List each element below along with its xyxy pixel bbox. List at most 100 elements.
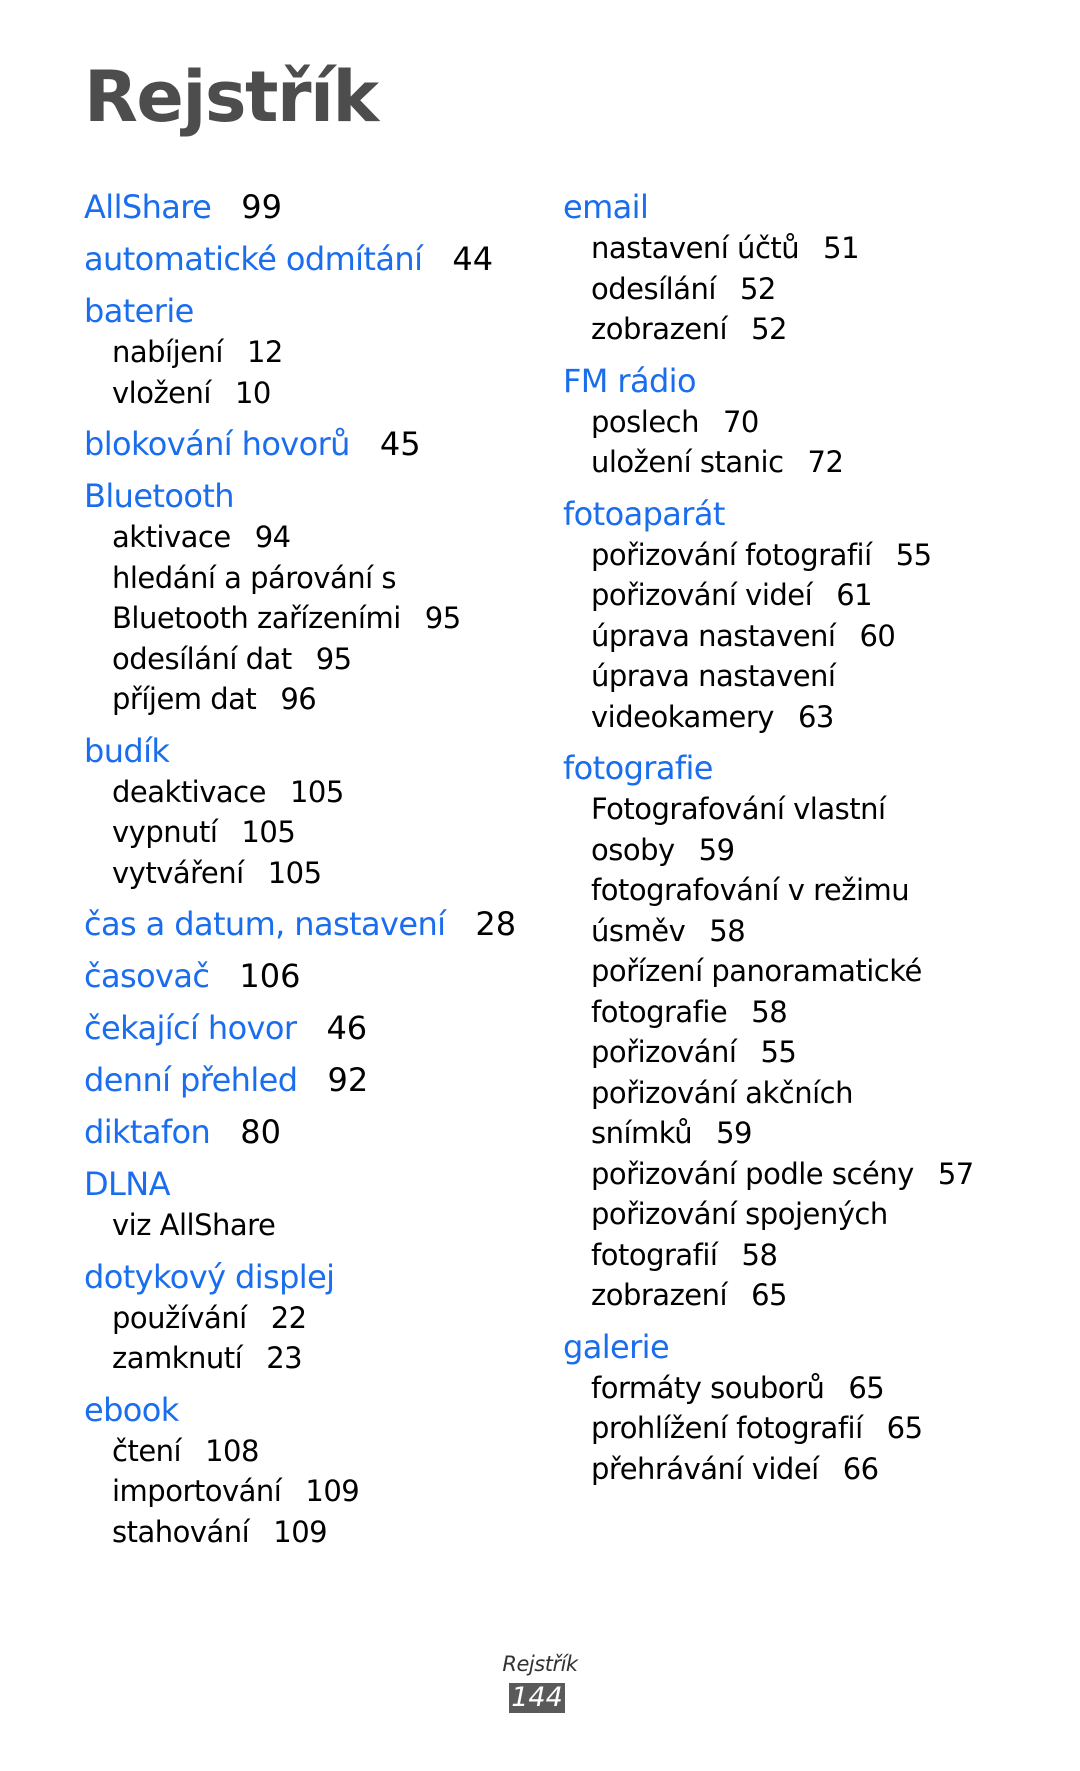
- index-subentries: formáty souborů 65 prohlížení fotografií 65…: [591, 1368, 1033, 1490]
- index-entry: automatické odmítání 44: [84, 240, 524, 278]
- index-subentry: fotografií 58: [591, 1235, 1033, 1276]
- index-subentry-text: osoby: [591, 832, 675, 867]
- index-subentry: viz AllShare: [112, 1205, 524, 1246]
- index-entry: čas a datum, nastavení 28: [84, 905, 524, 943]
- index-subentry-text: zamknutí: [112, 1341, 243, 1375]
- index-subentry-page: 109: [273, 1514, 328, 1549]
- index-term-row: baterie: [84, 292, 524, 330]
- index-term[interactable]: fotoaparát: [563, 495, 725, 533]
- index-entry: čekající hovor 46: [84, 1009, 524, 1047]
- index-term[interactable]: Bluetooth: [84, 477, 235, 515]
- index-subentry: čtení 108: [112, 1431, 524, 1472]
- index-subentry-page: 61: [836, 578, 873, 612]
- index-term[interactable]: email: [563, 188, 649, 226]
- index-term[interactable]: galerie: [563, 1328, 670, 1366]
- index-subentry-page: 58: [709, 913, 746, 948]
- index-entry: fotoaparát pořizování fotografií 55 pořizov…: [563, 495, 1033, 738]
- index-subentry-text: fotografování v režimu: [591, 873, 910, 907]
- index-term[interactable]: čas a datum, nastavení: [84, 905, 446, 943]
- index-subentry: stahování 109: [112, 1512, 524, 1553]
- index-subentry-text: poslech: [591, 404, 699, 439]
- index-term-row: email: [563, 188, 1033, 226]
- index-term-row: automatické odmítání 44: [84, 240, 524, 278]
- index-term[interactable]: automatické odmítání: [84, 240, 423, 278]
- index-subentry-page: 10: [234, 375, 271, 410]
- index-subentry-page: 105: [289, 774, 344, 809]
- index-subentry-text: úsměv: [591, 913, 686, 948]
- index-subentry: pořizování fotografií 55: [591, 535, 1033, 576]
- index-subentry: pořizování 55: [591, 1032, 1033, 1073]
- index-term[interactable]: budík: [84, 732, 170, 770]
- index-subentry-text: prohlížení fotografií: [591, 1411, 863, 1445]
- index-term[interactable]: ebook: [84, 1391, 179, 1429]
- index-subentry-page: 65: [886, 1411, 923, 1445]
- index-subentry: úsměv 58: [591, 911, 1033, 952]
- index-subentries: nabíjení 12 vložení 10: [112, 332, 524, 413]
- index-term[interactable]: DLNA: [84, 1165, 171, 1203]
- index-subentry-page: 109: [305, 1474, 360, 1508]
- index-subentry-page: 95: [315, 641, 352, 676]
- index-subentry: snímků 59: [591, 1113, 1033, 1154]
- index-subentry: úprava nastavení: [591, 656, 1033, 697]
- index-term-row: denní přehled 92: [84, 1061, 524, 1099]
- index-term-row: Bluetooth: [84, 477, 524, 515]
- index-subentry: uložení stanic 72: [591, 442, 1033, 483]
- index-subentry: nastavení účtů 51: [591, 228, 1033, 269]
- index-entry: email nastavení účtů 51 odesílání 52 zobrazen…: [563, 188, 1033, 350]
- index-column-left: AllShare 99 automatické odmítání 44 baterie n…: [84, 188, 524, 1564]
- index-subentry-page: 58: [741, 1237, 778, 1272]
- index-term-page: 46: [326, 1009, 368, 1047]
- index-subentry: používání 22: [112, 1298, 524, 1339]
- index-term[interactable]: blokování hovorů: [84, 425, 350, 463]
- index-term[interactable]: dotykový displej: [84, 1258, 335, 1296]
- index-subentry-text: pořizování videí: [591, 578, 813, 612]
- index-subentry-page: 23: [266, 1341, 303, 1375]
- index-subentry-page: 65: [751, 1278, 787, 1312]
- index-subentry: vypnutí 105: [112, 812, 524, 853]
- index-term-page: 45: [379, 425, 421, 463]
- index-subentry-text: viz AllShare: [112, 1208, 276, 1242]
- index-subentry: pořizování podle scény 57: [591, 1154, 1033, 1195]
- index-term[interactable]: fotografie: [563, 749, 714, 787]
- index-entry: dotykový displej používání 22 zamknutí 23: [84, 1258, 524, 1379]
- index-term-row: DLNA: [84, 1165, 524, 1203]
- index-term-page: 106: [239, 957, 301, 995]
- index-term[interactable]: čekající hovor: [84, 1009, 297, 1047]
- index-term[interactable]: AllShare: [84, 188, 212, 226]
- index-term-row: ebook: [84, 1391, 524, 1429]
- index-entry: baterie nabíjení 12 vložení 10: [84, 292, 524, 413]
- index-term[interactable]: FM rádio: [563, 362, 697, 400]
- footer-section-label: Rejstřík: [502, 1652, 578, 1676]
- index-subentry-page: 65: [848, 1370, 885, 1405]
- index-entry: denní přehled 92: [84, 1061, 524, 1099]
- index-term[interactable]: denní přehled: [84, 1061, 298, 1099]
- index-subentry: osoby 59: [591, 830, 1033, 871]
- index-term-row: FM rádio: [563, 362, 1033, 400]
- index-term-row: fotografie: [563, 749, 1033, 787]
- index-subentry: pořízení panoramatické: [591, 951, 1033, 992]
- index-subentry-page: 63: [797, 699, 834, 734]
- index-term-row: galerie: [563, 1328, 1033, 1366]
- index-subentry-text: úprava nastavení: [591, 659, 836, 693]
- index-term-page: 99: [241, 188, 282, 226]
- index-term-row: budík: [84, 732, 524, 770]
- index-term-row: blokování hovorů 45: [84, 425, 524, 463]
- index-subentry-text: zobrazení: [591, 1278, 728, 1312]
- index-subentry-text: Fotografování vlastní: [591, 792, 886, 826]
- index-subentry-page: 72: [807, 445, 844, 479]
- index-subentry: zobrazení 52: [591, 309, 1033, 350]
- index-entry: FM rádio poslech 70 uložení stanic 72: [563, 362, 1033, 483]
- index-subentry-text: formáty souborů: [591, 1370, 825, 1405]
- index-term-row: AllShare 99: [84, 188, 524, 226]
- index-term-row: dotykový displej: [84, 1258, 524, 1296]
- index-term[interactable]: baterie: [84, 292, 194, 330]
- index-subentry-text: nastavení účtů: [591, 231, 800, 265]
- index-subentry-text: odesílání: [591, 271, 716, 306]
- index-subentry: fotografie 58: [591, 992, 1033, 1033]
- index-subentry: vytváření 105: [112, 853, 524, 894]
- index-subentry: deaktivace 105: [112, 772, 524, 813]
- index-term[interactable]: diktafon: [84, 1113, 211, 1151]
- index-subentry-text: stahování: [112, 1514, 250, 1549]
- index-term[interactable]: časovač: [84, 957, 210, 995]
- index-subentry-text: pořizování podle scény: [591, 1156, 914, 1191]
